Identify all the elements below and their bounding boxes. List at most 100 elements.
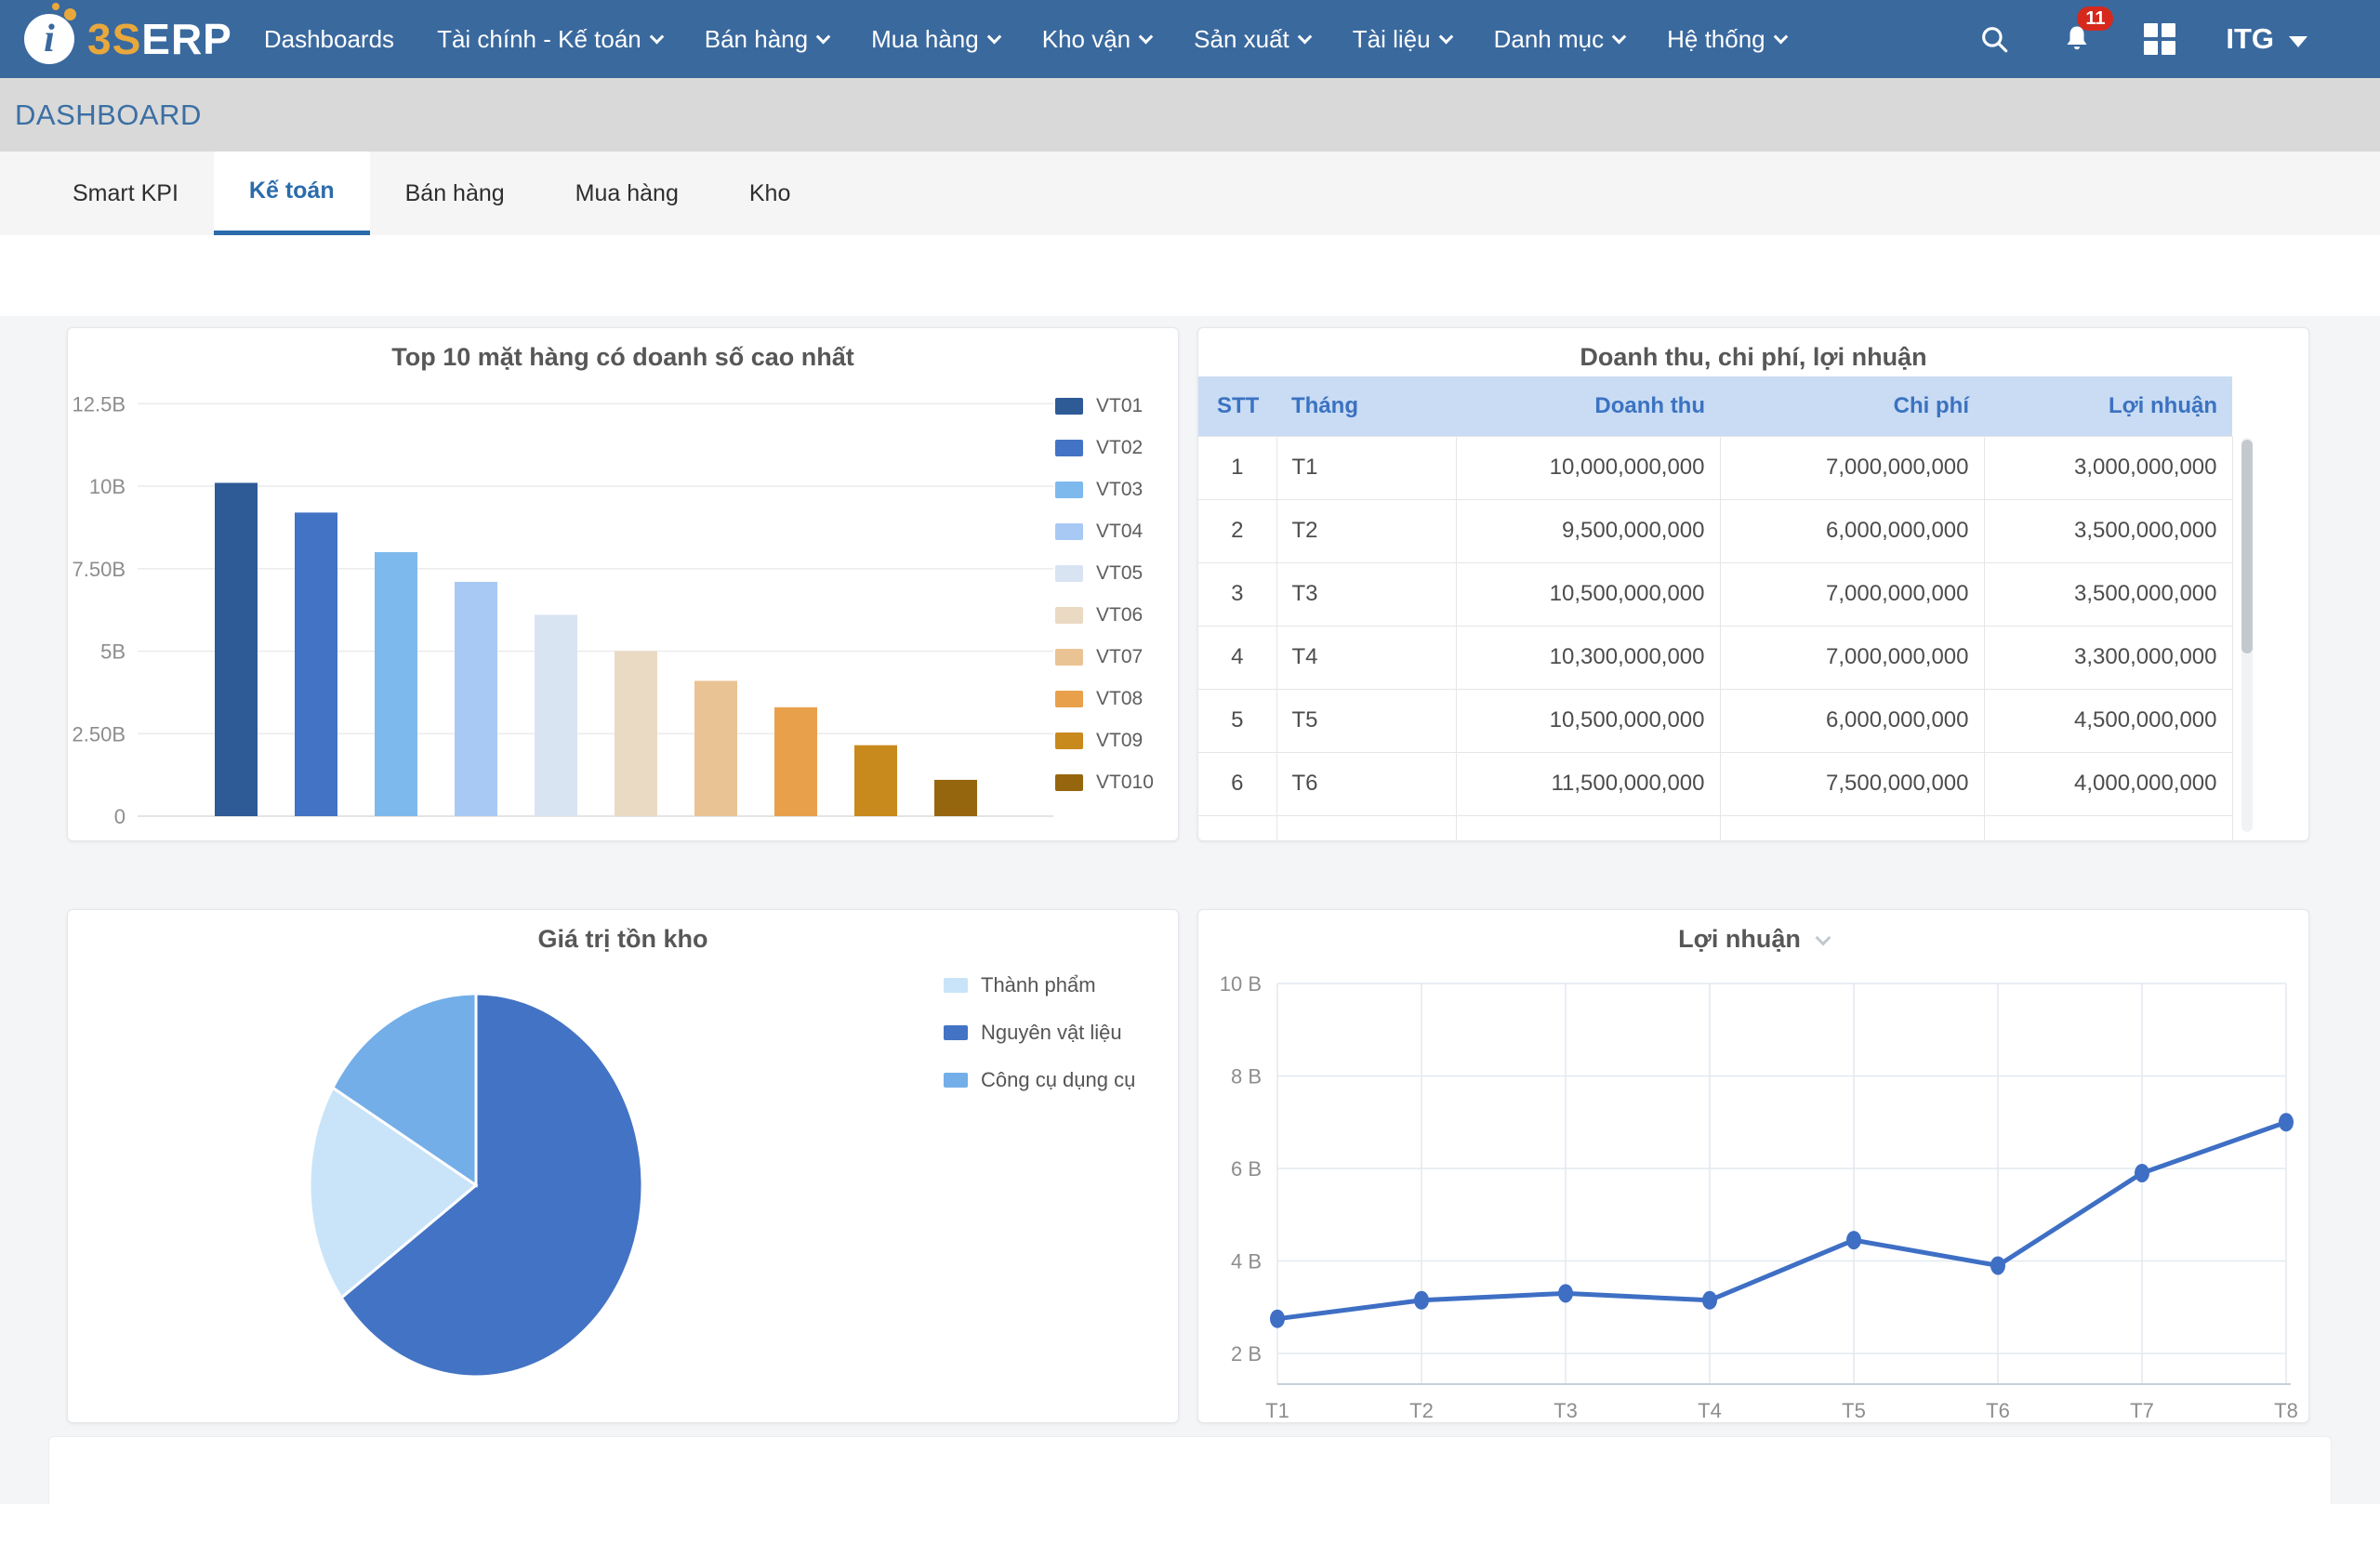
legend-item-thanh-pham[interactable]: Thành phẩm	[944, 973, 1135, 997]
chart-title: Giá trị tồn kho	[68, 925, 1178, 954]
user-menu[interactable]: ITG	[2226, 22, 2307, 56]
nav-item-dashboards[interactable]: Dashboards	[264, 25, 394, 54]
chart-dropdown-icon[interactable]	[1815, 930, 1831, 946]
chevron-down-icon	[816, 29, 831, 44]
legend-item-vt04[interactable]: VT04	[1055, 521, 1154, 543]
y-axis-tick-label: 12.5B	[73, 392, 126, 416]
table-row[interactable]: 6T611,500,000,0007,500,000,0004,000,000,…	[1198, 752, 2232, 815]
legend-item-vt03[interactable]: VT03	[1055, 479, 1154, 501]
logo-text-3s: 3S	[87, 14, 141, 64]
table-row[interactable]: 5T510,500,000,0006,000,000,0004,500,000,…	[1198, 689, 2232, 752]
nav-item-label: Mua hàng	[871, 25, 979, 54]
tab-kho[interactable]: Kho	[714, 152, 826, 235]
dashboard-tabs: Smart KPIKế toánBán hàngMua hàngKho	[0, 152, 2380, 235]
bar-vt03	[375, 552, 417, 816]
table-cell: 6,000,000,000	[1720, 499, 1984, 562]
tab-smart-kpi[interactable]: Smart KPI	[37, 152, 214, 235]
bar-vt05	[535, 614, 577, 816]
legend-item-nguyen-vat-lieu[interactable]: Nguyên vật liệu	[944, 1021, 1135, 1045]
notifications-button[interactable]: 11	[2060, 21, 2094, 57]
bar-vt08	[774, 707, 817, 816]
table-cell: 3	[1198, 562, 1276, 626]
nav-item-danh-muc[interactable]: Danh mục	[1494, 25, 1625, 54]
legend-label: VT07	[1096, 646, 1143, 668]
x-axis-tick-label: T7	[2130, 1399, 2154, 1422]
nav-item-ban-hang[interactable]: Bán hàng	[705, 25, 828, 54]
legend-item-vt09[interactable]: VT09	[1055, 730, 1154, 752]
legend-item-vt02[interactable]: VT02	[1055, 437, 1154, 459]
data-point-t5	[1846, 1231, 1861, 1249]
table-row[interactable]: 3T310,500,000,0007,000,000,0003,500,000,…	[1198, 562, 2232, 626]
column-header-chi-phi[interactable]: Chi phí	[1720, 376, 1984, 436]
tab-mua-hang[interactable]: Mua hàng	[540, 152, 714, 235]
legend-item-vt07[interactable]: VT07	[1055, 646, 1154, 668]
legend-swatch-icon	[944, 1073, 968, 1088]
table-cell: 7,000,000,000	[1720, 562, 1984, 626]
table-row-partial	[1198, 815, 2232, 841]
bar-chart-legend: VT01 VT02 VT03 VT04 VT05 VT06 VT07 VT08 VT09 VT01…	[1055, 395, 1154, 794]
legend-label: VT04	[1096, 521, 1143, 543]
column-header-thang[interactable]: Tháng	[1276, 376, 1456, 436]
y-axis-tick-label: 8 B	[1231, 1065, 1262, 1089]
column-header-loi-nhuan[interactable]: Lợi nhuận	[1984, 376, 2232, 436]
legend-swatch-icon	[1055, 607, 1083, 624]
bar-vt01	[215, 482, 258, 816]
legend-item-vt06[interactable]: VT06	[1055, 604, 1154, 627]
data-point-t3	[1558, 1284, 1573, 1302]
panel-top10-bar-chart: 02.50B5B7.50B10B12.5B Top 10 mặt hàng có…	[67, 327, 1179, 841]
x-axis-tick-label: T6	[1986, 1399, 2010, 1422]
table-row[interactable]: 1T110,000,000,0007,000,000,0003,000,000,…	[1198, 436, 2232, 499]
table-cell: 3,500,000,000	[1984, 562, 2232, 626]
nav-item-label: Tài chính - Kế toán	[437, 25, 641, 54]
data-point-t2	[1414, 1291, 1429, 1310]
data-point-t1	[1270, 1310, 1285, 1328]
y-axis-tick-label: 2.50B	[73, 722, 126, 746]
table-cell: 11,500,000,000	[1456, 752, 1720, 815]
legend-swatch-icon	[1055, 440, 1083, 456]
table-cell: 3,000,000,000	[1984, 436, 2232, 499]
legend-item-vt05[interactable]: VT05	[1055, 562, 1154, 585]
table-cell: 3,500,000,000	[1984, 499, 2232, 562]
logo-dot-icon	[64, 8, 76, 20]
notification-badge: 11	[2077, 7, 2113, 31]
table-cell: 7,000,000,000	[1720, 626, 1984, 689]
table-cell: T4	[1276, 626, 1456, 689]
table-cell: 10,500,000,000	[1456, 689, 1720, 752]
table-scrollbar[interactable]	[2241, 440, 2253, 653]
legend-label: VT03	[1096, 479, 1143, 501]
legend-label: VT06	[1096, 604, 1143, 627]
legend-item-vt01[interactable]: VT01	[1055, 395, 1154, 417]
legend-item-vt08[interactable]: VT08	[1055, 688, 1154, 710]
nav-item-san-xuat[interactable]: Sản xuất	[1194, 25, 1310, 54]
chevron-down-icon	[2289, 36, 2307, 47]
nav-item-label: Sản xuất	[1194, 25, 1289, 54]
chart-title: Top 10 mặt hàng có doanh số cao nhất	[68, 343, 1178, 372]
column-header-stt[interactable]: STT	[1198, 376, 1276, 436]
table-cell: 7,500,000,000	[1720, 752, 1984, 815]
table-row[interactable]: 2T29,500,000,0006,000,000,0003,500,000,0…	[1198, 499, 2232, 562]
legend-label: VT01	[1096, 395, 1143, 417]
nav-item-he-thong[interactable]: Hệ thống	[1667, 25, 1786, 54]
legend-item-vt010[interactable]: VT010	[1055, 772, 1154, 794]
nav-item-mua-hang[interactable]: Mua hàng	[871, 25, 999, 54]
app-logo[interactable]: i 3SERP	[24, 14, 232, 64]
table-row[interactable]: 4T410,300,000,0007,000,000,0003,300,000,…	[1198, 626, 2232, 689]
table-cell: T6	[1276, 752, 1456, 815]
logo-dot-small-icon	[52, 3, 60, 10]
table-cell: 4	[1198, 626, 1276, 689]
navbar-actions: 11 ITG	[1978, 21, 2307, 57]
y-axis-tick-label: 0	[114, 805, 126, 828]
column-header-doanh-thu[interactable]: Doanh thu	[1456, 376, 1720, 436]
tab-ke-toan[interactable]: Kế toán	[214, 152, 370, 235]
table-cell: 10,000,000,000	[1456, 436, 1720, 499]
apps-button[interactable]	[2144, 23, 2175, 55]
nav-item-tai-lieu[interactable]: Tài liệu	[1353, 25, 1451, 54]
y-axis-tick-label: 4 B	[1231, 1250, 1262, 1273]
tab-ban-hang[interactable]: Bán hàng	[370, 152, 540, 235]
chevron-down-icon	[1773, 29, 1788, 44]
search-button[interactable]	[1978, 23, 2010, 55]
nav-item-tai-chinh-ke-toan[interactable]: Tài chính - Kế toán	[437, 25, 662, 54]
legend-item-cong-cu-dung-cu[interactable]: Công cụ dụng cụ	[944, 1068, 1135, 1092]
chevron-down-icon	[1438, 29, 1453, 44]
nav-item-kho-van[interactable]: Kho vận	[1042, 25, 1151, 54]
